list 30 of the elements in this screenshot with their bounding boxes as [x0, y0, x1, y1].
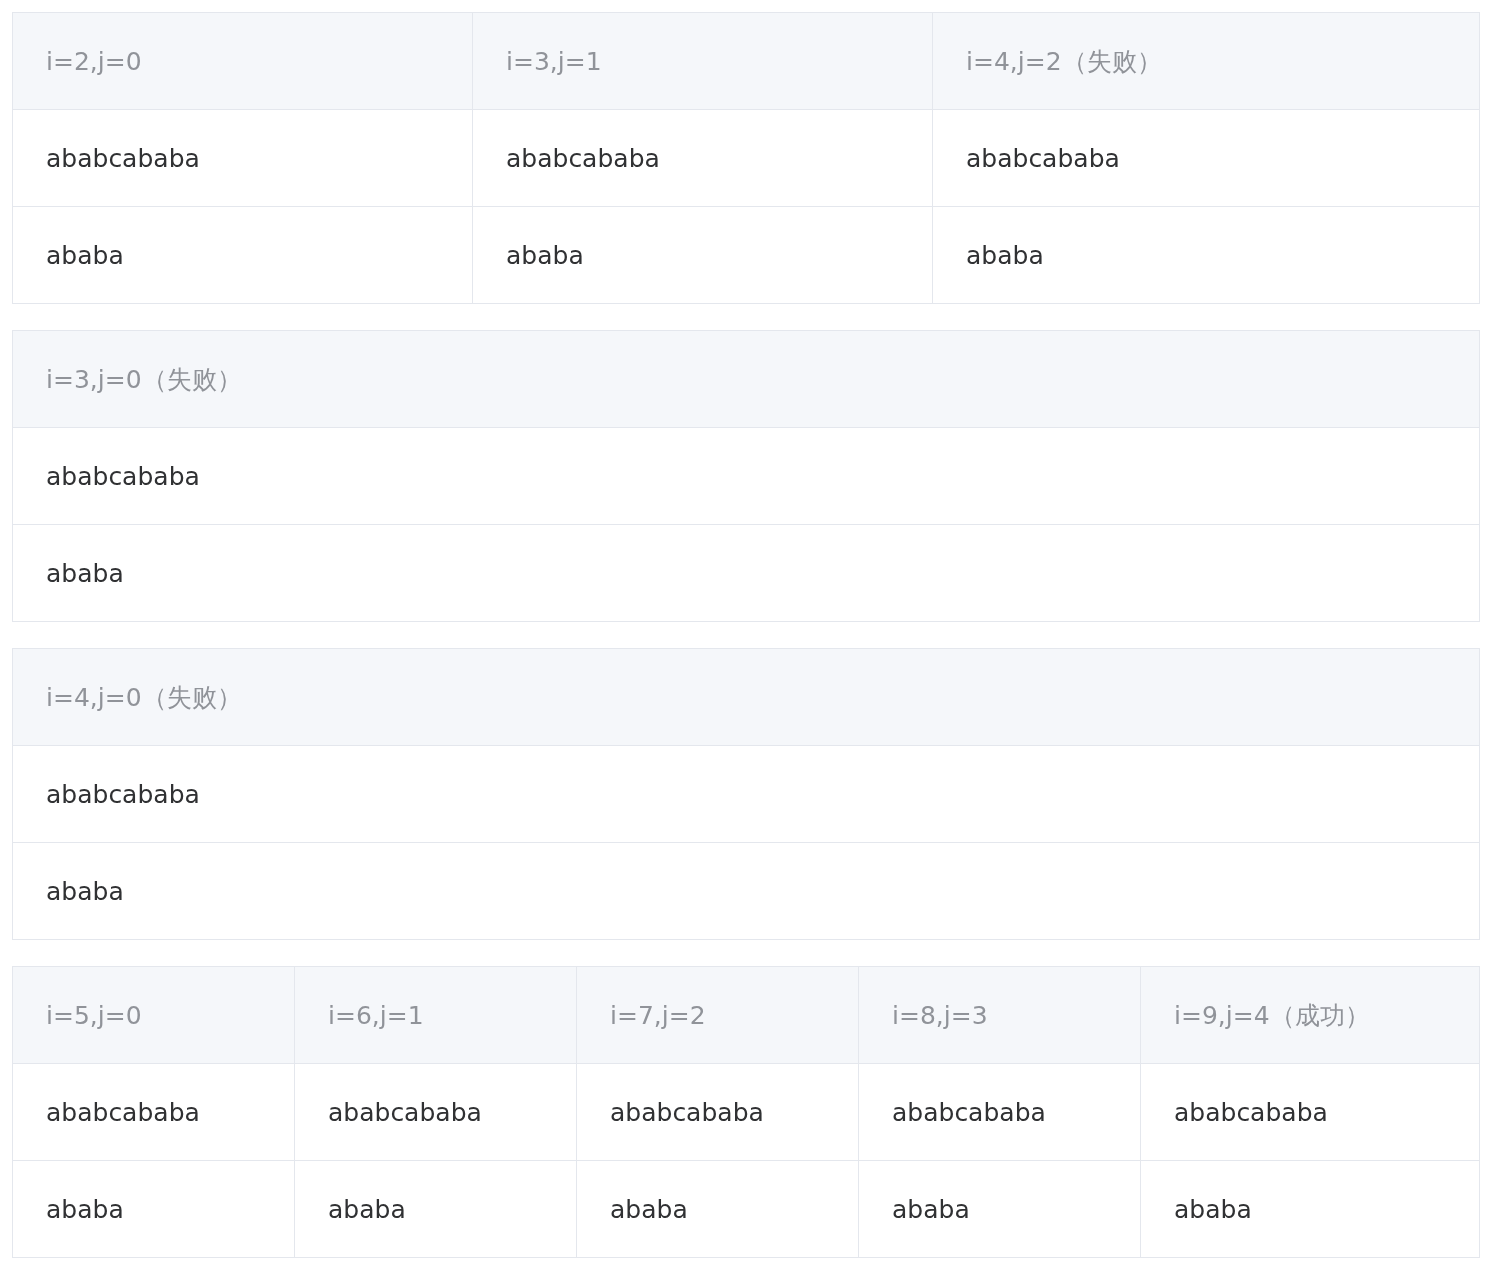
column-header: i=6,j=1: [295, 967, 577, 1064]
column-header: i=2,j=0: [13, 13, 473, 110]
table-cell: ababcababa: [473, 110, 933, 207]
column-header: i=3,j=1: [473, 13, 933, 110]
table-cell: ababcababa: [13, 110, 473, 207]
column-header: i=8,j=3: [859, 967, 1141, 1064]
table-cell: ababcababa: [295, 1064, 577, 1161]
table-cell: ababa: [13, 843, 1480, 940]
table-cell: ababa: [577, 1161, 859, 1258]
table-cell: ababcababa: [859, 1064, 1141, 1161]
column-header: i=3,j=0（失败）: [13, 331, 1480, 428]
table-cell: ababcababa: [577, 1064, 859, 1161]
table-cell: ababcababa: [1141, 1064, 1480, 1161]
table-cell: ababa: [1141, 1161, 1480, 1258]
column-header: i=5,j=0: [13, 967, 295, 1064]
table-cell: ababcababa: [933, 110, 1480, 207]
column-header: i=7,j=2: [577, 967, 859, 1064]
table-cell: ababcababa: [13, 1064, 295, 1161]
column-header: i=4,j=0（失败）: [13, 649, 1480, 746]
table-cell: ababcababa: [13, 746, 1480, 843]
table-cell: ababa: [933, 207, 1480, 304]
table-cell: ababa: [13, 1161, 295, 1258]
table-cell: ababcababa: [13, 428, 1480, 525]
table-cell: ababa: [295, 1161, 577, 1258]
table-cell: ababa: [859, 1161, 1141, 1258]
column-header: i=9,j=4（成功）: [1141, 967, 1480, 1064]
table-cell: ababa: [473, 207, 933, 304]
table-cell: ababa: [13, 207, 473, 304]
table-cell: ababa: [13, 525, 1480, 622]
column-header: i=4,j=2（失败）: [933, 13, 1480, 110]
